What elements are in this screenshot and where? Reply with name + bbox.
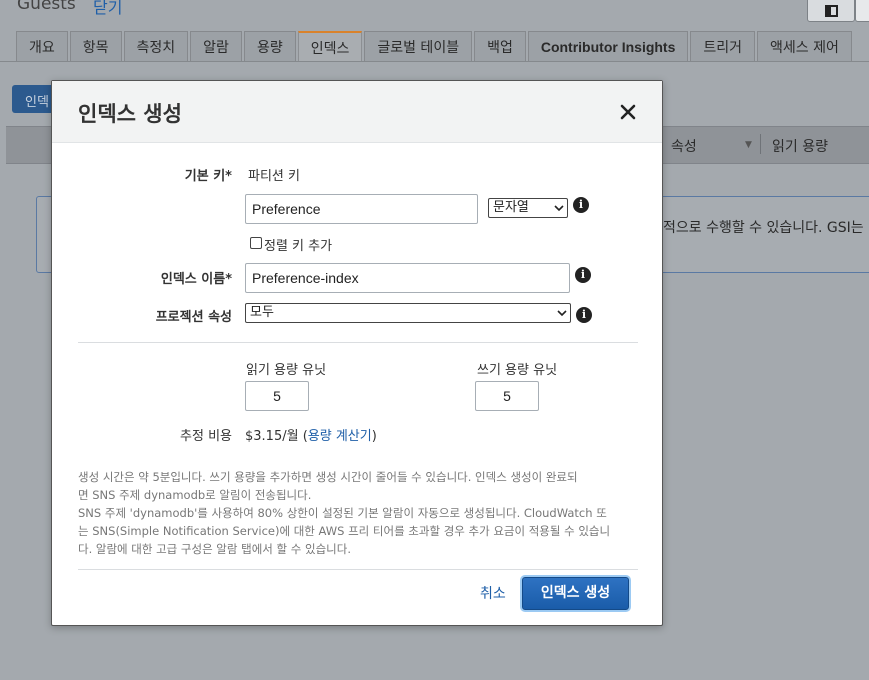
table-title: Guests (17, 0, 76, 14)
page-header: Guests 닫기 (0, 0, 869, 30)
info-icon[interactable]: i (573, 197, 589, 213)
partition-key-type-select[interactable]: 문자열 (488, 198, 568, 218)
tab-backups[interactable]: 백업 (474, 31, 526, 61)
tabs-divider (0, 61, 869, 62)
column-header-attributes[interactable]: 속성 (671, 136, 697, 156)
info-icon[interactable]: i (575, 267, 591, 283)
close-icon[interactable] (617, 101, 639, 123)
tab-indexes[interactable]: 인덱스 (297, 31, 363, 62)
note-line: 는 SNS(Simple Notification Service)에 대한 A… (78, 524, 611, 538)
note-line: 면 SNS 주제 dynamodb로 알림이 전송됩니다. (78, 488, 312, 502)
estimated-cost-label: 추정 비용 (180, 429, 232, 444)
tab-items[interactable]: 항목 (69, 31, 122, 61)
read-capacity-label: 읽기 용량 유닛 (246, 363, 327, 378)
chevron-down-icon (557, 310, 567, 317)
partition-key-input[interactable] (245, 194, 478, 224)
info-icon[interactable]: i (576, 307, 592, 323)
write-capacity-label: 쓰기 용량 유닛 (477, 363, 558, 378)
tab-triggers[interactable]: 트리거 (690, 31, 756, 61)
note-line: 다. 알람에 대한 고급 구성은 알람 탭에서 할 수 있습니다. (78, 542, 351, 556)
partition-key-type-value: 문자열 (493, 200, 529, 215)
note-line: 생성 시간은 약 5분입니다. 쓰기 용량을 추가하면 생성 시간이 줄어들 수… (78, 470, 578, 484)
info-box-text: 적으로 수행할 수 있습니다. GSI는 (663, 220, 864, 236)
projection-attributes-select[interactable]: 모두 (245, 303, 571, 323)
create-index-dialog: 인덱스 생성 기본 키* 파티션 키 문자열 i 정렬 키 추가 인덱스 이름*… (51, 80, 663, 626)
chevron-down-icon (554, 205, 564, 212)
layout-toggle-button[interactable] (807, 0, 855, 22)
tab-capacity[interactable]: 용량 (243, 31, 296, 61)
tab-overview[interactable]: 개요 (16, 31, 68, 61)
projection-attributes-label: 프로젝션 속성 (155, 310, 232, 325)
estimated-cost-line: $3.15/월 (용량 계산기) (245, 425, 377, 444)
panel-icon (825, 5, 838, 17)
tab-metrics[interactable]: 측정치 (123, 31, 189, 61)
add-sort-key-checkbox[interactable] (250, 237, 262, 249)
paren-close: ) (371, 429, 377, 444)
estimated-cost-value: $3.15/월 (245, 429, 299, 444)
section-divider (78, 342, 638, 343)
dialog-title: 인덱스 생성 (78, 102, 182, 126)
write-capacity-input[interactable] (475, 381, 539, 411)
tab-alarms[interactable]: 알람 (190, 31, 242, 61)
read-capacity-input[interactable] (245, 381, 309, 411)
cancel-button[interactable]: 취소 (480, 583, 506, 603)
settings-toggle-button[interactable] (855, 0, 869, 22)
tab-global-tables[interactable]: 글로벌 테이블 (364, 31, 473, 61)
footer-divider (78, 569, 638, 570)
column-header-read-capacity[interactable]: 읽기 용량 (772, 136, 828, 156)
close-link[interactable]: 닫기 (93, 0, 122, 18)
add-sort-key-label: 정렬 키 추가 (264, 239, 333, 254)
tab-bar: 개요 항목 측정치 알람 용량 인덱스 글로벌 테이블 백업 Contribut… (16, 31, 854, 62)
sort-caret-icon[interactable]: ▼ (745, 140, 752, 150)
index-name-label: 인덱스 이름* (160, 272, 232, 287)
projection-attributes-value: 모두 (250, 305, 274, 320)
tab-contributor-insights[interactable]: Contributor Insights (527, 31, 689, 61)
tab-access-control[interactable]: 액세스 제어 (757, 31, 852, 61)
create-index-submit-button[interactable]: 인덱스 생성 (522, 577, 629, 610)
creation-notes: 생성 시간은 약 5분입니다. 쓰기 용량을 추가하면 생성 시간이 줄어들 수… (78, 468, 638, 558)
primary-key-label: 기본 키* (184, 169, 232, 184)
index-name-input[interactable] (245, 263, 570, 293)
capacity-calculator-link[interactable]: 용량 계산기 (308, 429, 372, 444)
column-separator (760, 134, 761, 154)
note-line: SNS 주제 'dynamodb'를 사용하여 80% 상한이 설정된 기본 알… (78, 506, 607, 520)
dialog-header: 인덱스 생성 (52, 81, 662, 143)
partition-key-label: 파티션 키 (248, 169, 300, 184)
